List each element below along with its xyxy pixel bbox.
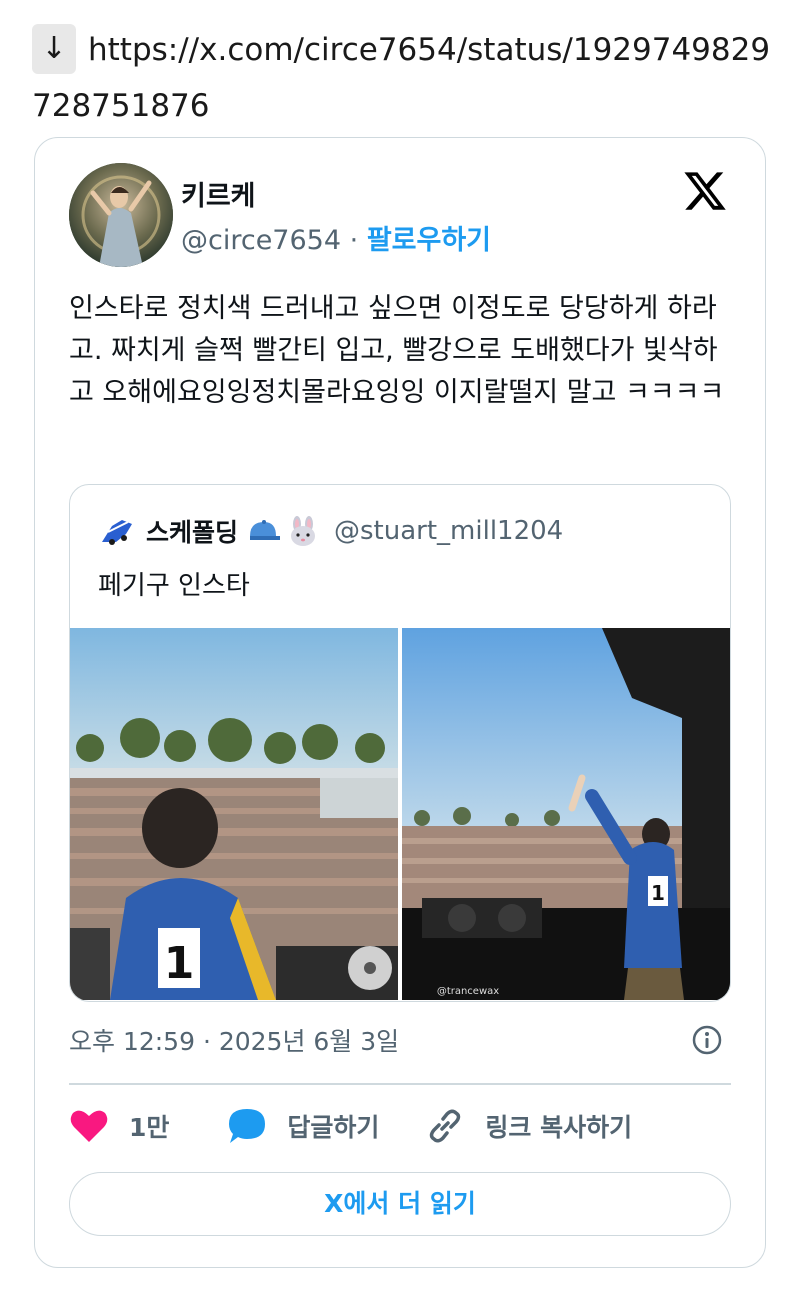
avatar[interactable] bbox=[69, 163, 173, 267]
quoted-media: 1 1 @trancewax bbox=[70, 628, 730, 1000]
reply-label: 답글하기 bbox=[287, 1113, 380, 1142]
tweet-url[interactable]: https://x.com/circe7654/status/192974982… bbox=[32, 32, 770, 124]
quoted-tweet[interactable]: 스케폴딩 @stuart_mill1204 페기구 인스타 1 1 @tranc… bbox=[69, 484, 731, 1002]
link-icon bbox=[430, 1109, 461, 1143]
tweet-timestamp[interactable]: 오후 12:59 · 2025년 6월 3일 bbox=[69, 1022, 399, 1058]
like-count: 1만 bbox=[129, 1113, 170, 1142]
read-more-button[interactable]: X에서 더 읽기 bbox=[69, 1172, 731, 1236]
copy-link-button[interactable]: 링크 복사하기 bbox=[425, 1106, 632, 1146]
quoted-text: 페기구 인스타 bbox=[98, 571, 250, 601]
tweet-text: 인스타로 정치색 드러내고 싶으면 이정도로 당당하게 하라고. 짜치게 슬쩍 … bbox=[69, 293, 725, 408]
svg-text:1: 1 bbox=[651, 881, 665, 905]
author-display-name[interactable]: 키르케 bbox=[181, 174, 256, 213]
tweet-embed-card: 키르케 @circe7654 · 팔로우하기 인스타로 정치색 드러내고 싶으면… bbox=[34, 137, 766, 1268]
rabbit-emoji bbox=[291, 516, 316, 546]
info-icon[interactable] bbox=[691, 1024, 723, 1056]
heart-icon bbox=[70, 1110, 108, 1142]
reply-button[interactable]: 답글하기 bbox=[227, 1107, 425, 1145]
blue-cap-emoji bbox=[250, 520, 281, 540]
author-handle-row: @circe7654 · 팔로우하기 bbox=[181, 218, 491, 257]
separator: · bbox=[349, 225, 359, 256]
quoted-tweet-header: 스케폴딩 @stuart_mill1204 bbox=[98, 511, 563, 551]
svg-text:1: 1 bbox=[164, 938, 195, 989]
url-line[interactable]: ↓ https://x.com/circe7654/status/19297498… bbox=[32, 22, 772, 134]
divider bbox=[69, 1083, 731, 1085]
quoted-avatar[interactable] bbox=[98, 512, 136, 550]
quoted-display-name[interactable]: 스케폴딩 bbox=[146, 513, 238, 549]
image-watermark: @trancewax bbox=[437, 986, 499, 997]
quoted-image-2[interactable]: 1 @trancewax bbox=[402, 628, 730, 1000]
down-arrow-icon: ↓ bbox=[32, 24, 76, 74]
quoted-handle[interactable]: @stuart_mill1204 bbox=[334, 516, 563, 546]
follow-button[interactable]: 팔로우하기 bbox=[367, 225, 491, 256]
like-button[interactable]: 1만 bbox=[69, 1108, 227, 1144]
copy-link-label: 링크 복사하기 bbox=[485, 1113, 633, 1142]
author-handle[interactable]: @circe7654 bbox=[181, 225, 341, 256]
x-logo-icon[interactable] bbox=[681, 168, 729, 214]
action-bar: 1만 답글하기 링크 복사하기 bbox=[69, 1106, 632, 1146]
speech-bubble-icon bbox=[229, 1109, 266, 1143]
quoted-image-1[interactable]: 1 bbox=[70, 628, 398, 1000]
